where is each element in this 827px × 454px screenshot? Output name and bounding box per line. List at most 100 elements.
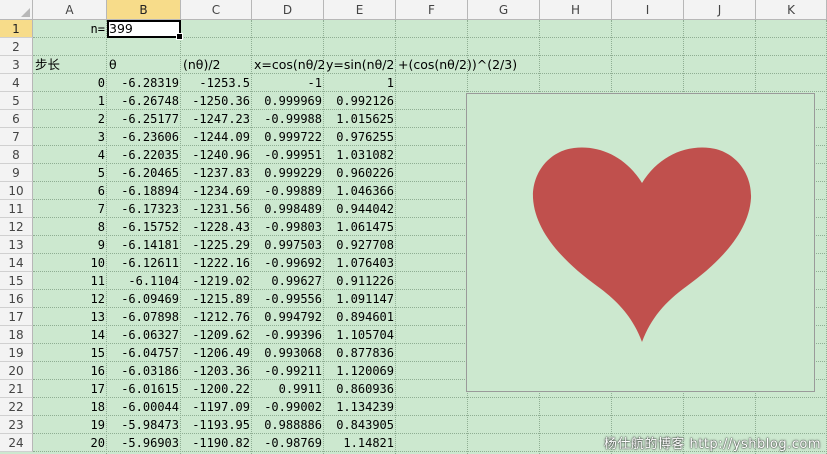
cell-d11[interactable]: 0.998489 bbox=[252, 200, 324, 218]
cell-c22[interactable]: -1197.09 bbox=[181, 398, 252, 416]
cell-c5[interactable]: -1250.36 bbox=[181, 92, 252, 110]
cell-d20[interactable]: -0.99211 bbox=[252, 362, 324, 380]
cell-b10[interactable]: -6.18894 bbox=[107, 182, 181, 200]
cell-a10[interactable]: 6 bbox=[33, 182, 107, 200]
cell-c7[interactable]: -1244.09 bbox=[181, 128, 252, 146]
cell-c18[interactable]: -1209.62 bbox=[181, 326, 252, 344]
cell-d22[interactable]: -0.99002 bbox=[252, 398, 324, 416]
cell-d16[interactable]: -0.99556 bbox=[252, 290, 324, 308]
cell-b5[interactable]: -6.26748 bbox=[107, 92, 181, 110]
cell-a7[interactable]: 3 bbox=[33, 128, 107, 146]
row-header-10[interactable]: 10 bbox=[0, 182, 33, 200]
cell-e12[interactable]: 1.061475 bbox=[324, 218, 396, 236]
row-header-16[interactable]: 16 bbox=[0, 290, 33, 308]
row-header-15[interactable]: 15 bbox=[0, 272, 33, 290]
cell-a6[interactable]: 2 bbox=[33, 110, 107, 128]
cell-a15[interactable]: 11 bbox=[33, 272, 107, 290]
cell-a24[interactable]: 20 bbox=[33, 434, 107, 452]
cell-c23[interactable]: -1193.95 bbox=[181, 416, 252, 434]
cell-d14[interactable]: -0.99692 bbox=[252, 254, 324, 272]
cell-e19[interactable]: 0.877836 bbox=[324, 344, 396, 362]
cell-d13[interactable]: 0.997503 bbox=[252, 236, 324, 254]
row-header-13[interactable]: 13 bbox=[0, 236, 33, 254]
cell-e9[interactable]: 0.960226 bbox=[324, 164, 396, 182]
cell-a12[interactable]: 8 bbox=[33, 218, 107, 236]
cell-b8[interactable]: -6.22035 bbox=[107, 146, 181, 164]
cell-d3[interactable]: x=cos(nθ/2) bbox=[252, 56, 324, 74]
cell-a16[interactable]: 12 bbox=[33, 290, 107, 308]
cell-d15[interactable]: 0.99627 bbox=[252, 272, 324, 290]
cell-a20[interactable]: 16 bbox=[33, 362, 107, 380]
column-header-f[interactable]: F bbox=[396, 0, 468, 20]
column-header-e[interactable]: E bbox=[324, 0, 396, 20]
cell-b3[interactable]: θ bbox=[107, 56, 181, 74]
cell-e13[interactable]: 0.927708 bbox=[324, 236, 396, 254]
cell-a19[interactable]: 15 bbox=[33, 344, 107, 362]
cell-e15[interactable]: 0.911226 bbox=[324, 272, 396, 290]
cell-d8[interactable]: -0.99951 bbox=[252, 146, 324, 164]
cell-a4[interactable]: 0 bbox=[33, 74, 107, 92]
cell-b22[interactable]: -6.00044 bbox=[107, 398, 181, 416]
cell-e3[interactable]: y=sin(nθ/2) bbox=[324, 56, 396, 74]
cell-c14[interactable]: -1222.16 bbox=[181, 254, 252, 272]
cell-e21[interactable]: 0.860936 bbox=[324, 380, 396, 398]
cell-f3[interactable]: +(cos(nθ/2))^(2/3) bbox=[396, 56, 558, 74]
row-header-20[interactable]: 20 bbox=[0, 362, 33, 380]
cell-c24[interactable]: -1190.82 bbox=[181, 434, 252, 452]
row-header-4[interactable]: 4 bbox=[0, 74, 33, 92]
column-header-g[interactable]: G bbox=[468, 0, 540, 20]
cell-c4[interactable]: -1253.5 bbox=[181, 74, 252, 92]
cell-d7[interactable]: 0.999722 bbox=[252, 128, 324, 146]
cell-a22[interactable]: 18 bbox=[33, 398, 107, 416]
cell-b15[interactable]: -6.1104 bbox=[107, 272, 181, 290]
cell-c12[interactable]: -1228.43 bbox=[181, 218, 252, 236]
cell-c9[interactable]: -1237.83 bbox=[181, 164, 252, 182]
row-header-3[interactable]: 3 bbox=[0, 56, 33, 74]
cell-a8[interactable]: 4 bbox=[33, 146, 107, 164]
cell-c19[interactable]: -1206.49 bbox=[181, 344, 252, 362]
row-header-14[interactable]: 14 bbox=[0, 254, 33, 272]
row-header-5[interactable]: 5 bbox=[0, 92, 33, 110]
cell-b13[interactable]: -6.14181 bbox=[107, 236, 181, 254]
column-header-b[interactable]: B bbox=[107, 0, 181, 20]
cell-a3[interactable]: 步长 bbox=[33, 56, 107, 74]
cell-a14[interactable]: 10 bbox=[33, 254, 107, 272]
cell-e7[interactable]: 0.976255 bbox=[324, 128, 396, 146]
row-header-2[interactable]: 2 bbox=[0, 38, 33, 56]
cell-e20[interactable]: 1.120069 bbox=[324, 362, 396, 380]
row-header-12[interactable]: 12 bbox=[0, 218, 33, 236]
row-header-9[interactable]: 9 bbox=[0, 164, 33, 182]
cell-a9[interactable]: 5 bbox=[33, 164, 107, 182]
row-header-22[interactable]: 22 bbox=[0, 398, 33, 416]
cell-d9[interactable]: 0.999229 bbox=[252, 164, 324, 182]
cell-c15[interactable]: -1219.02 bbox=[181, 272, 252, 290]
cell-b11[interactable]: -6.17323 bbox=[107, 200, 181, 218]
row-header-1[interactable]: 1 bbox=[0, 20, 33, 38]
cell-d17[interactable]: 0.994792 bbox=[252, 308, 324, 326]
cell-e16[interactable]: 1.091147 bbox=[324, 290, 396, 308]
cell-b23[interactable]: -5.98473 bbox=[107, 416, 181, 434]
row-header-23[interactable]: 23 bbox=[0, 416, 33, 434]
cell-a1[interactable]: n= bbox=[33, 20, 107, 38]
column-header-i[interactable]: I bbox=[612, 0, 684, 20]
cell-c21[interactable]: -1200.22 bbox=[181, 380, 252, 398]
cell-a17[interactable]: 13 bbox=[33, 308, 107, 326]
cell-b6[interactable]: -6.25177 bbox=[107, 110, 181, 128]
cell-d21[interactable]: 0.9911 bbox=[252, 380, 324, 398]
cell-b7[interactable]: -6.23606 bbox=[107, 128, 181, 146]
cell-a11[interactable]: 7 bbox=[33, 200, 107, 218]
cell-c3[interactable]: (nθ)/2 bbox=[181, 56, 252, 74]
row-header-8[interactable]: 8 bbox=[0, 146, 33, 164]
cell-c20[interactable]: -1203.36 bbox=[181, 362, 252, 380]
column-header-a[interactable]: A bbox=[33, 0, 107, 20]
cell-d19[interactable]: 0.993068 bbox=[252, 344, 324, 362]
column-header-j[interactable]: J bbox=[684, 0, 756, 20]
column-header-d[interactable]: D bbox=[252, 0, 324, 20]
cell-c17[interactable]: -1212.76 bbox=[181, 308, 252, 326]
cell-b9[interactable]: -6.20465 bbox=[107, 164, 181, 182]
cell-e23[interactable]: 0.843905 bbox=[324, 416, 396, 434]
cell-e6[interactable]: 1.015625 bbox=[324, 110, 396, 128]
cell-e14[interactable]: 1.076403 bbox=[324, 254, 396, 272]
cell-c8[interactable]: -1240.96 bbox=[181, 146, 252, 164]
column-header-k[interactable]: K bbox=[756, 0, 827, 20]
